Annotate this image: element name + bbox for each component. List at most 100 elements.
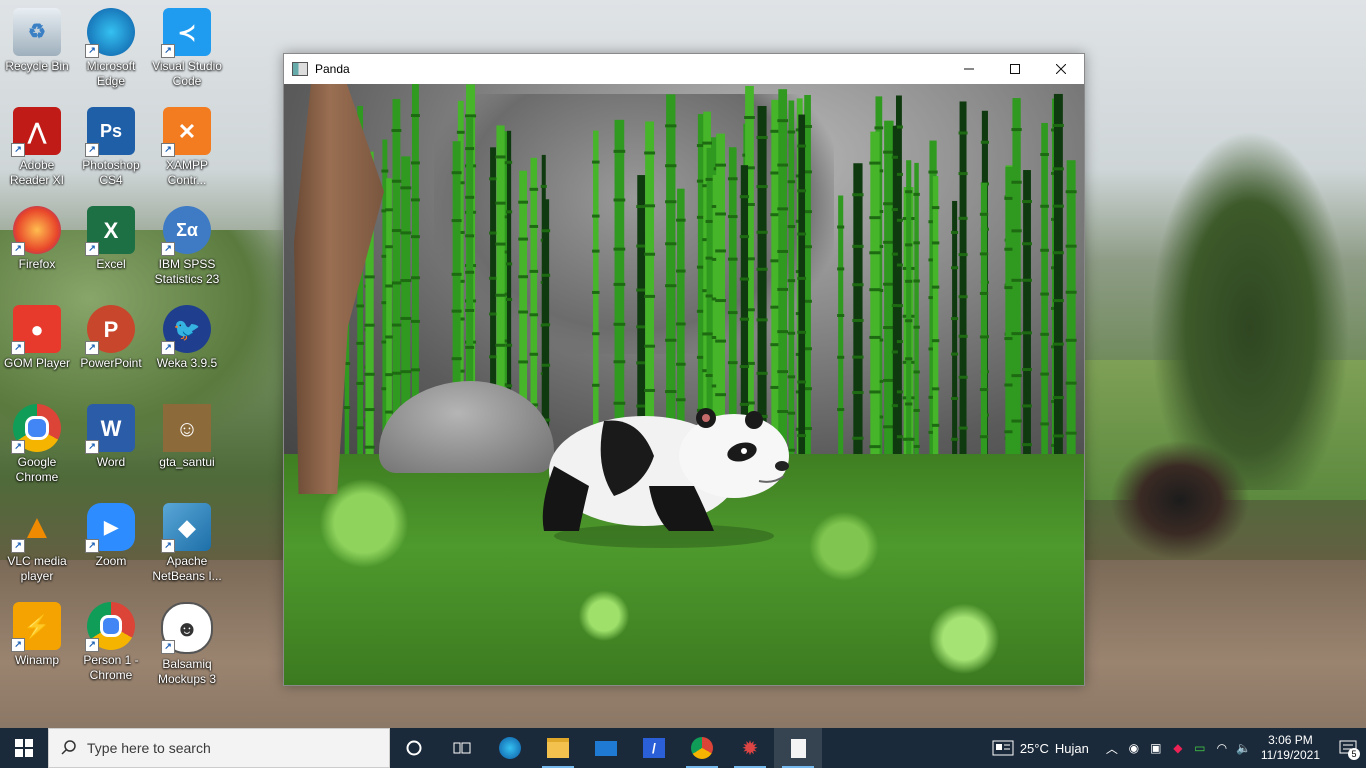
desktop-icon-balsamiq[interactable]: ☻ ↗ Balsamiq Mockups 3 [150, 596, 224, 692]
bamboo-node [951, 266, 959, 270]
desktop-icon-firefox[interactable]: ↗ Firefox [0, 200, 74, 296]
bamboo-node [495, 293, 506, 297]
bamboo-node [951, 437, 959, 441]
chevron-up-icon: ︿ [1105, 741, 1118, 756]
close-button[interactable] [1038, 54, 1084, 84]
bamboo-node [518, 310, 529, 314]
taskbar-clock[interactable]: 3:06 PM 11/19/2021 [1261, 733, 1320, 763]
desktop-icon-spss[interactable]: Σα ↗ IBM SPSS Statistics 23 [150, 200, 224, 296]
desktop-icon-photoshop[interactable]: Ps ↗ Photoshop CS4 [74, 101, 148, 197]
bamboo-node [958, 172, 968, 176]
bamboo-node [613, 360, 626, 364]
tray-network[interactable]: ◠ [1211, 728, 1233, 768]
tray-volume[interactable]: 🔈 [1233, 728, 1255, 768]
taskbar-file-explorer[interactable] [534, 728, 582, 768]
bamboo-node [410, 161, 420, 165]
3d-scene-viewport[interactable] [284, 84, 1084, 685]
desktop-icon-person-1-chrome[interactable]: ↗ Person 1 - Chrome [74, 596, 148, 692]
desktop-icon-gta-santui[interactable]: ☺ gta_santui [150, 398, 224, 494]
recycle-bin-icon: ♻ [13, 8, 61, 56]
show-hidden-icons[interactable]: ︿ [1101, 728, 1123, 768]
start-button[interactable] [0, 728, 48, 768]
bamboo-node [540, 184, 547, 188]
taskbar-task-view[interactable] [438, 728, 486, 768]
minimize-button[interactable] [946, 54, 992, 84]
tray-app-1[interactable]: ◉ [1123, 728, 1145, 768]
bamboo-node [676, 362, 686, 366]
taskbar-edge[interactable] [486, 728, 534, 768]
bamboo-node [400, 316, 412, 320]
window-titlebar[interactable]: Panda [284, 54, 1084, 84]
desktop-icon-adobe-reader[interactable]: ⋀ ↗ Adobe Reader XI [0, 101, 74, 197]
bamboo-node [1011, 128, 1022, 132]
desktop-icon-vscode[interactable]: ≺ ↗ Visual Studio Code [150, 2, 224, 98]
bamboo-node [787, 180, 796, 184]
bamboo-node [931, 423, 940, 427]
bamboo-node [541, 323, 551, 327]
bamboo-node [505, 343, 513, 347]
desktop-icon-word[interactable]: W ↗ Word [74, 398, 148, 494]
bamboo-node [931, 339, 940, 343]
weather-temp: 25°C [1019, 740, 1049, 756]
bamboo-node [727, 177, 738, 181]
bamboo-node [592, 383, 600, 387]
taskbar-spider-app[interactable]: ✹ [726, 728, 774, 768]
bamboo-node [636, 288, 647, 292]
bamboo-stalk [804, 94, 811, 469]
desktop-icon-recycle-bin[interactable]: ♻ Recycle Bin [0, 2, 74, 98]
maximize-button[interactable] [992, 54, 1038, 84]
bamboo-node [869, 390, 881, 394]
bamboo-node [356, 341, 365, 345]
bamboo-node [727, 311, 738, 315]
bamboo-node [837, 267, 845, 271]
desktop-icon-winamp[interactable]: ⚡ ↗ Winamp [0, 596, 74, 692]
bamboo-node [905, 190, 913, 194]
tray-battery[interactable]: ▭ [1189, 728, 1211, 768]
desktop-icons: ♻ Recycle Bin ↗ Microsoft Edge ≺ ↗ Visual… [0, 0, 230, 700]
adobe-reader-icon: ⋀ ↗ [11, 107, 61, 157]
bamboo-node [385, 284, 393, 288]
bamboo-node [529, 187, 539, 191]
desktop-icon-powerpoint[interactable]: P ↗ PowerPoint [74, 299, 148, 395]
tray-app-3[interactable]: ◆ [1167, 728, 1189, 768]
desktop-icon-gom-player[interactable]: ● ↗ GOM Player [0, 299, 74, 395]
tray-app-2[interactable]: ▣ [1145, 728, 1167, 768]
taskbar-search-box[interactable]: Type here to search [48, 728, 390, 768]
desktop-icon-excel[interactable]: X ↗ Excel [74, 200, 148, 296]
desktop-icon-weka[interactable]: 🐦 ↗ Weka 3.9.5 [150, 299, 224, 395]
bamboo-stalk [1066, 160, 1076, 469]
bamboo-node [715, 249, 727, 253]
desktop-icon-netbeans[interactable]: ◆ ↗ Apache NetBeans I... [150, 497, 224, 593]
desktop-icon-edge[interactable]: ↗ Microsoft Edge [74, 2, 148, 98]
bamboo-node [505, 160, 513, 164]
bamboo-stalk [853, 163, 863, 469]
bamboo-node [980, 140, 989, 144]
bamboo-node [869, 335, 881, 339]
taskbar-app[interactable]: / [630, 728, 678, 768]
bamboo-node [356, 304, 365, 308]
wallpaper-tree [1150, 130, 1350, 490]
bamboo-node [385, 208, 393, 212]
bamboo-node [1052, 396, 1064, 400]
desktop-icon-zoom[interactable]: ▶ ↗ Zoom [74, 497, 148, 593]
bamboo-node [505, 210, 513, 214]
desktop-icon-xampp[interactable]: ✕ ↗ XAMPP Contr... [150, 101, 224, 197]
bamboo-node [400, 231, 412, 235]
bamboo-node [665, 242, 677, 246]
bamboo-node [391, 323, 402, 327]
desktop-icon-chrome[interactable]: ↗ Google Chrome [0, 398, 74, 494]
bamboo-node [756, 230, 768, 234]
taskbar-mail[interactable] [582, 728, 630, 768]
taskbar-panda-window[interactable] [774, 728, 822, 768]
taskbar-cortana[interactable] [390, 728, 438, 768]
weather-widget[interactable]: 25°C Hujan [992, 740, 1089, 756]
desktop-icon-vlc[interactable]: ▲ ↗ VLC media player [0, 497, 74, 593]
action-center-button[interactable]: 5 [1330, 728, 1366, 768]
bamboo-node [613, 247, 626, 251]
bamboo-node [1052, 167, 1064, 171]
bamboo-stalk [980, 182, 988, 469]
taskbar-chrome[interactable] [678, 728, 726, 768]
bamboo-node [451, 219, 462, 223]
panda-window[interactable]: Panda [283, 53, 1085, 686]
bamboo-node [837, 225, 845, 229]
